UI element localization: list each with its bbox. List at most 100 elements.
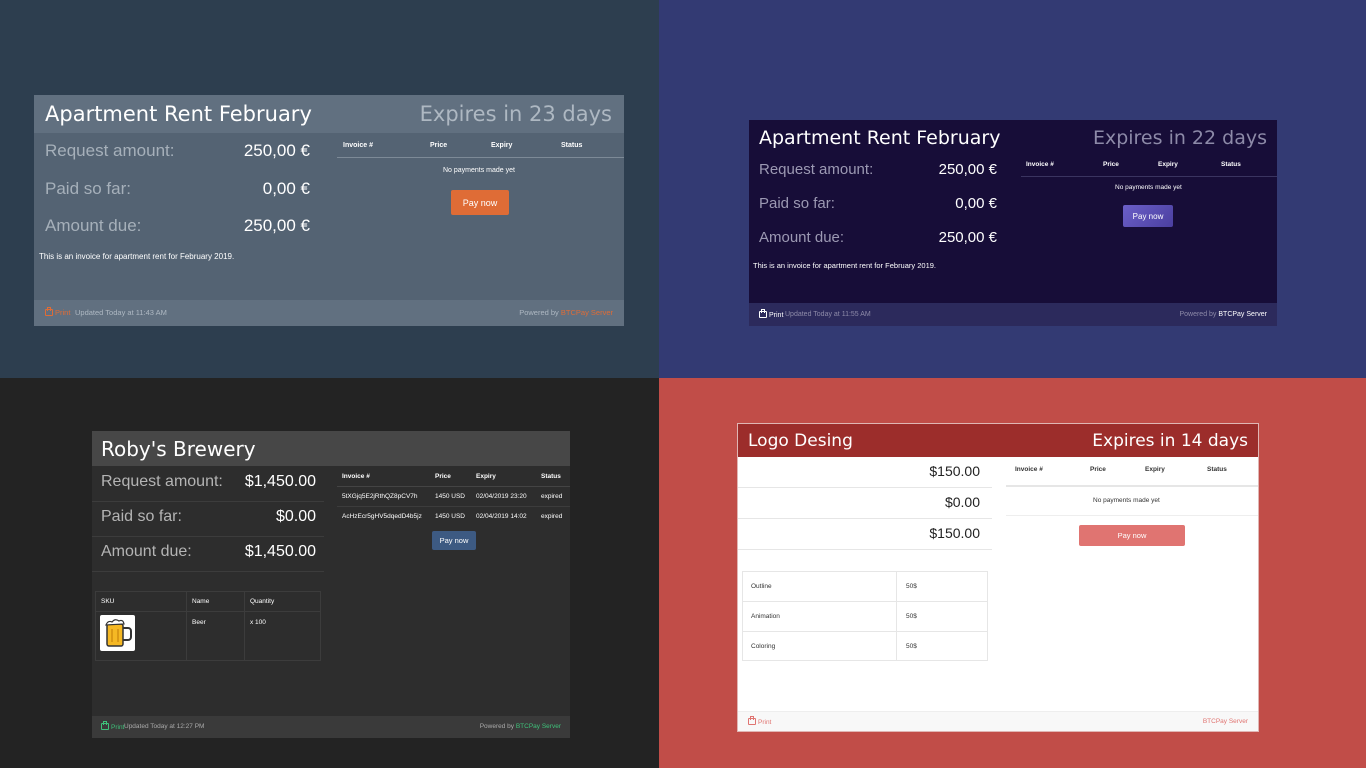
- line-item-price: 50$: [906, 613, 917, 620]
- item-name: Beer: [192, 619, 206, 626]
- updated-text: Updated Today at 11:55 AM: [785, 311, 871, 318]
- row-divider: [738, 549, 992, 550]
- expiry-label: Expires in 23 days: [419, 102, 612, 126]
- table-header-price: Price: [1103, 161, 1119, 168]
- amount-due-value: $1,450.00: [244, 543, 316, 560]
- powered-by-label: Powered by: [519, 308, 559, 317]
- btcpay-link[interactable]: BTCPay Server: [1203, 718, 1248, 725]
- invoice-status: expired: [541, 493, 563, 500]
- pay-now-button[interactable]: Pay now: [1079, 525, 1185, 546]
- table-divider: [1006, 485, 1258, 487]
- btcpay-link[interactable]: BTCPay Server: [516, 723, 561, 730]
- amount-due-value: 250,00 €: [938, 229, 997, 246]
- items-header-quantity: Quantity: [250, 598, 275, 605]
- table-header-invoice: Invoice #: [342, 473, 370, 480]
- print-link[interactable]: Print: [45, 307, 71, 317]
- paid-so-far-value: 0,00 €: [262, 179, 310, 198]
- expiry-label: Expires in 22 days: [1092, 127, 1267, 149]
- print-link[interactable]: Print: [101, 721, 125, 731]
- theme-preview-dark: Roby's Brewery Request amount: $1,450.00…: [0, 378, 659, 768]
- no-payments-text: No payments made yet: [1115, 184, 1182, 191]
- paid-so-far-label: Paid so far:: [45, 179, 131, 198]
- powered-by-text: Powered by BTCPay Server: [1179, 311, 1267, 318]
- beer-mug-icon: [100, 615, 135, 651]
- line-item-name: Animation: [751, 613, 780, 620]
- btcpay-link[interactable]: BTCPay Server: [1218, 311, 1267, 318]
- table-header-invoice: Invoice #: [1015, 466, 1043, 473]
- printer-icon: [101, 721, 109, 730]
- theme-preview-light-red: Logo Desing Expires in 14 days $150.00 $…: [659, 378, 1366, 768]
- print-label: Print: [111, 724, 125, 731]
- paid-so-far-label: Paid so far:: [101, 508, 182, 525]
- table-divider: [337, 157, 624, 158]
- line-item-price: 50$: [906, 643, 917, 650]
- table-header-status: Status: [561, 142, 583, 149]
- amount-due-value: $150.00: [929, 525, 980, 541]
- pay-now-button[interactable]: Pay now: [432, 531, 476, 550]
- payment-request-card: Roby's Brewery Request amount: $1,450.00…: [92, 431, 570, 738]
- print-link[interactable]: Print: [748, 716, 772, 726]
- printer-icon: [748, 716, 756, 725]
- paid-so-far-label: Paid so far:: [759, 195, 835, 212]
- request-amount-value: $1,450.00: [244, 473, 316, 490]
- card-footer: [738, 711, 1258, 731]
- printer-icon: [45, 307, 53, 316]
- powered-by-label: Powered by: [479, 723, 515, 730]
- row-divider: [92, 571, 324, 572]
- request-description: This is an invoice for apartment rent fo…: [39, 252, 235, 261]
- print-link[interactable]: Print: [759, 309, 783, 319]
- no-payments-text: No payments made yet: [443, 167, 515, 174]
- page-title: Logo Desing: [748, 431, 853, 451]
- print-label: Print: [758, 719, 772, 726]
- row-divider: [92, 501, 324, 502]
- powered-by-text: Powered by BTCPay Server: [519, 308, 613, 317]
- btcpay-link[interactable]: BTCPay Server: [561, 308, 613, 317]
- item-quantity: x 100: [250, 619, 266, 626]
- table-header-price: Price: [1090, 466, 1106, 473]
- invoice-expiry: 02/04/2019 14:02: [476, 513, 527, 520]
- powered-by-text: Powered by BTCPay Server: [480, 723, 561, 730]
- row-divider: [738, 487, 992, 488]
- table-header-expiry: Expiry: [491, 142, 513, 149]
- table-divider: [337, 506, 570, 507]
- request-amount-value: 250,00 €: [938, 161, 997, 178]
- line-items-row-divider: [742, 631, 988, 632]
- row-divider: [92, 536, 324, 537]
- table-divider: [337, 486, 570, 487]
- line-item-name: Outline: [751, 583, 772, 590]
- table-header-price: Price: [430, 142, 448, 149]
- amount-due-value: 250,00 €: [243, 216, 310, 235]
- items-col-divider: [186, 591, 187, 661]
- row-divider: [738, 518, 992, 519]
- invoice-id[interactable]: AcHzEcr5gHV5dqedD4b5jz: [342, 513, 422, 520]
- table-header-status: Status: [1221, 161, 1241, 168]
- invoice-expiry: 02/04/2019 23:20: [476, 493, 527, 500]
- table-header-expiry: Expiry: [1158, 161, 1178, 168]
- request-amount-label: Request amount:: [759, 161, 874, 178]
- invoice-price: 1450 USD: [435, 493, 465, 500]
- table-header-status: Status: [541, 473, 561, 480]
- line-items-col-divider: [896, 571, 897, 661]
- items-col-divider: [244, 591, 245, 661]
- print-label: Print: [55, 308, 71, 317]
- line-item-price: 50$: [906, 583, 917, 590]
- pay-now-button[interactable]: Pay now: [451, 190, 509, 215]
- amount-due-label: Amount due:: [759, 229, 845, 246]
- paid-so-far-value: $0.00: [275, 508, 316, 525]
- line-items-row-divider: [742, 601, 988, 602]
- amount-due-label: Amount due:: [101, 543, 192, 560]
- line-item-name: Coloring: [751, 643, 776, 650]
- invoice-status: expired: [541, 513, 563, 520]
- request-amount-label: Request amount:: [101, 473, 223, 490]
- paid-so-far-value: 0,00 €: [955, 195, 997, 212]
- items-header-sku: SKU: [101, 598, 115, 605]
- request-amount-label: Request amount:: [45, 141, 175, 160]
- table-header-invoice: Invoice #: [343, 142, 373, 149]
- updated-text: Updated Today at 12:27 PM: [124, 723, 205, 730]
- invoice-id[interactable]: 5tXGjq5E2jRthQZ8pCV7h: [342, 493, 418, 500]
- pay-now-button[interactable]: Pay now: [1123, 205, 1173, 227]
- page-title: Apartment Rent February: [759, 127, 1001, 149]
- request-amount-value: $150.00: [929, 463, 980, 479]
- table-header-invoice: Invoice #: [1026, 161, 1054, 168]
- theme-preview-indigo: Apartment Rent February Expires in 22 da…: [659, 0, 1366, 378]
